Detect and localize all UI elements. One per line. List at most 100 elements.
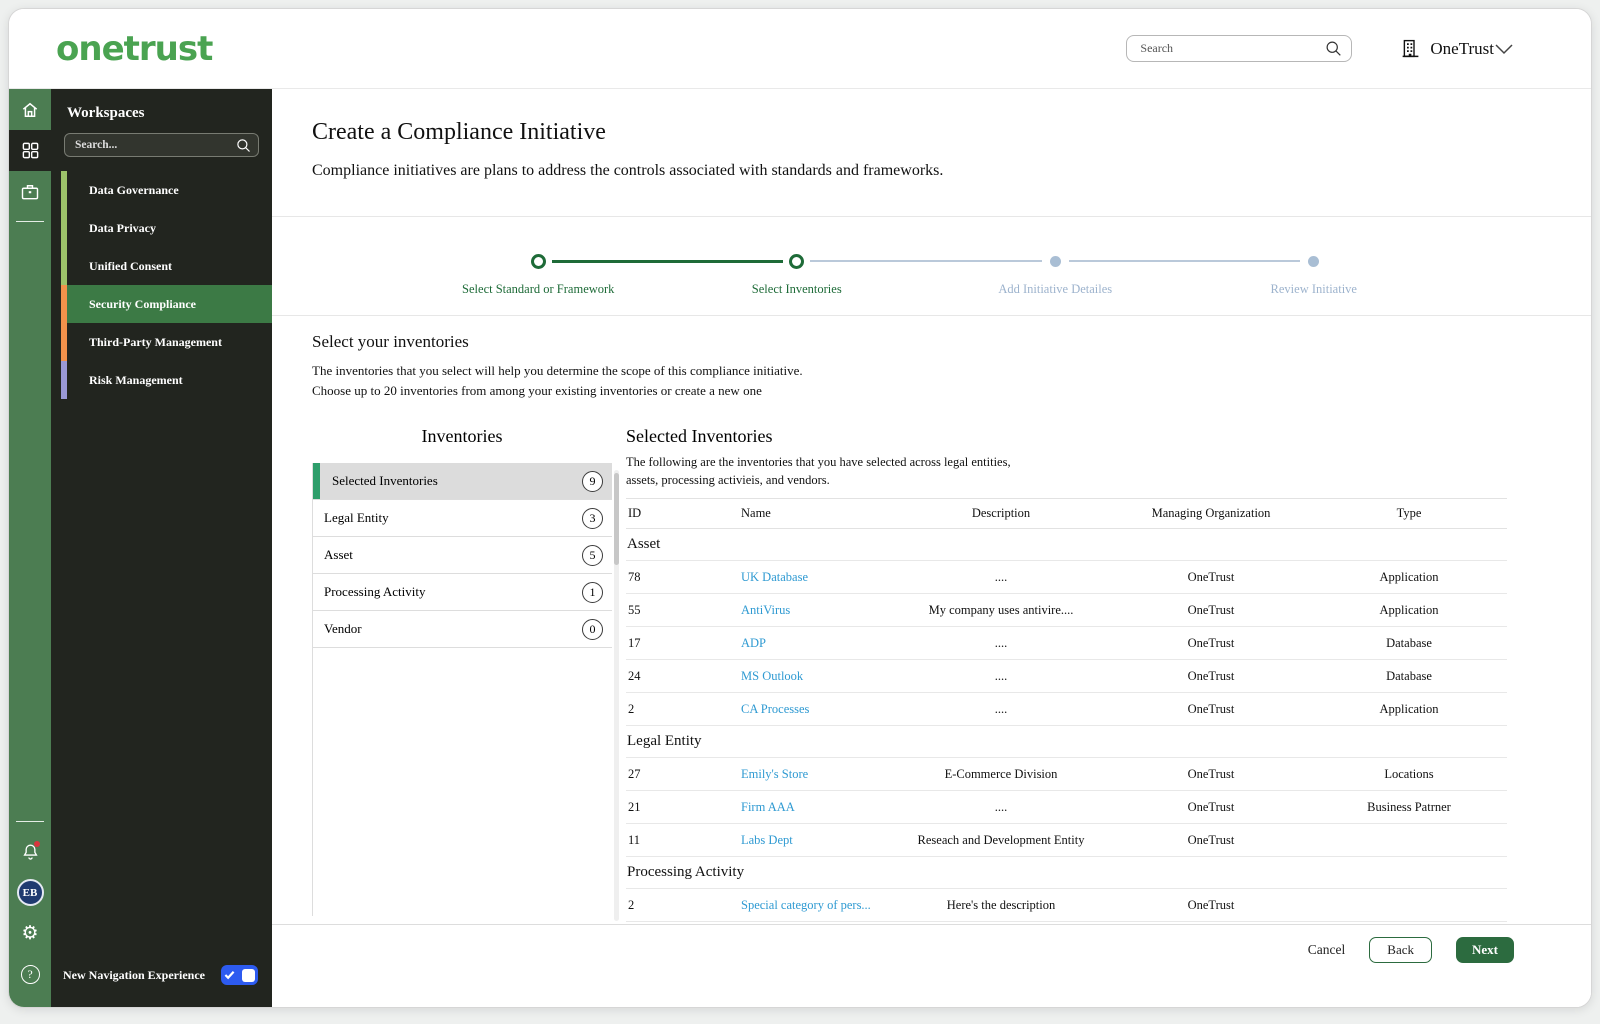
inventory-link-emily-s-store[interactable]: Emily's Store xyxy=(741,767,808,781)
step-label: Select Inventories xyxy=(751,282,842,296)
sidebar-item-security-compliance[interactable]: Security Compliance xyxy=(51,285,272,323)
apps-button[interactable] xyxy=(9,171,51,212)
cell-id: 11 xyxy=(628,832,641,847)
sidebar-item-label: Security Compliance xyxy=(89,296,196,311)
inventory-filter-processing-activity[interactable]: Processing Activity 1 xyxy=(313,574,612,611)
section-description-line2: Choose up to 20 inventories from among y… xyxy=(312,382,762,398)
org-name: OneTrust xyxy=(1430,38,1494,58)
toggle-knob xyxy=(242,968,255,982)
inventory-filter-label: Processing Activity xyxy=(324,584,426,599)
cell-description: .... xyxy=(994,799,1008,814)
workspaces-title: Workspaces xyxy=(67,105,145,121)
nav-experience-toggle[interactable] xyxy=(221,965,258,985)
step-connector xyxy=(1184,260,1301,262)
column-header-name: Name xyxy=(741,506,771,520)
inventory-filter-selected-inventories[interactable]: Selected Inventories 9 xyxy=(313,463,612,500)
workspace-search-input[interactable] xyxy=(75,139,236,151)
inventory-filter-vendor[interactable]: Vendor 0 xyxy=(313,611,612,648)
inventory-link-ms-outlook[interactable]: MS Outlook xyxy=(741,669,803,683)
table-row: 55 AntiVirus My company uses antivire.... O… xyxy=(626,594,1507,627)
cell-id: 78 xyxy=(628,569,641,584)
icon-rail: EB ⚙ ? xyxy=(9,89,51,1007)
scrollbar-thumb[interactable] xyxy=(614,473,619,565)
next-button[interactable]: Next xyxy=(1456,936,1514,963)
inventory-count-badge: 9 xyxy=(582,470,603,492)
cell-managing-organization: OneTrust xyxy=(1187,832,1235,847)
inventory-link-uk-database[interactable]: UK Database xyxy=(741,570,808,584)
step-select-standard-or-framework[interactable]: Select Standard or Framework xyxy=(409,253,668,297)
step-circle-add-initiative-detailes[interactable] xyxy=(1049,255,1061,267)
inventory-link-antivirus[interactable]: AntiVirus xyxy=(741,603,790,617)
step-circle-select-standard-or-framework[interactable] xyxy=(530,253,546,269)
cell-name: UK Database xyxy=(741,570,891,585)
step-connector xyxy=(1068,260,1185,262)
inventory-link-ca-processes[interactable]: CA Processes xyxy=(741,702,809,716)
cell-name: ADP xyxy=(741,636,891,651)
home-icon xyxy=(22,102,38,117)
inventory-link-adp[interactable]: ADP xyxy=(741,636,766,650)
step-connector xyxy=(551,259,668,263)
avatar[interactable]: EB xyxy=(16,879,44,906)
cell-name: Labs Dept xyxy=(741,833,891,848)
inventories-column: Inventories Selected Inventories 9 Legal E… xyxy=(312,426,612,924)
inventory-link-special-category-of-pers[interactable]: Special category of pers... xyxy=(741,898,871,912)
back-button[interactable]: Back xyxy=(1369,936,1432,963)
app-window: onetrust OneTrust xyxy=(8,8,1592,1008)
search-icon xyxy=(1326,41,1342,56)
step-review-initiative: Review Initiative xyxy=(1184,253,1444,297)
cell-description: My company uses antivire.... xyxy=(928,602,1074,617)
sidebar-item-third-party-management[interactable]: Third-Party Management xyxy=(51,323,272,361)
cell-description: .... xyxy=(994,635,1008,650)
table-row: 17 ADP.... OneTrust Database xyxy=(626,627,1507,660)
global-search[interactable] xyxy=(1126,35,1353,62)
cell-id: 21 xyxy=(628,799,641,814)
inventory-filter-asset[interactable]: Asset 5 xyxy=(313,537,612,574)
selected-description-line2: assets, processing activieis, and vendor… xyxy=(626,472,830,487)
sidebar-item-label: Data Privacy xyxy=(89,220,156,235)
step-circle-select-inventories[interactable] xyxy=(789,253,805,269)
chevron-down-icon[interactable] xyxy=(1494,43,1514,55)
cell-description: Reseach and Development Entity xyxy=(917,832,1085,847)
notification-dot xyxy=(34,841,40,847)
cell-description: Here's the description xyxy=(946,897,1056,912)
column-header-description: Description xyxy=(971,506,1031,520)
sidebar-item-data-privacy[interactable]: Data Privacy xyxy=(51,209,272,247)
inventory-link-labs-dept[interactable]: Labs Dept xyxy=(741,833,793,847)
cell-managing-organization: OneTrust xyxy=(1187,635,1235,650)
cell-managing-organization: OneTrust xyxy=(1187,897,1235,912)
table-row: 78 UK Database.... OneTrust Application xyxy=(626,561,1507,594)
workspace-spacer xyxy=(51,399,272,965)
cell-description: .... xyxy=(994,701,1008,716)
gear-icon: ⚙ xyxy=(21,922,39,944)
sidebar-item-label: Data Governance xyxy=(89,182,179,197)
cell-id: 55 xyxy=(628,602,641,617)
check-icon xyxy=(224,971,235,980)
inventories-title: Inventories xyxy=(421,426,503,446)
workspaces-button[interactable] xyxy=(9,130,51,171)
sidebar-item-unified-consent[interactable]: Unified Consent xyxy=(51,247,272,285)
step-label: Select Standard or Framework xyxy=(462,282,615,296)
global-search-input[interactable] xyxy=(1140,41,1326,56)
rail-divider-bottom xyxy=(16,821,44,822)
home-button[interactable] xyxy=(9,89,51,130)
settings-button[interactable]: ⚙ xyxy=(9,913,51,954)
step-circle-review-initiative[interactable] xyxy=(1308,255,1320,267)
table-scrollbar[interactable] xyxy=(614,470,619,921)
content-row: Inventories Selected Inventories 9 Legal E… xyxy=(272,400,1591,924)
step-select-inventories[interactable]: Select Inventories xyxy=(667,253,926,297)
table-row: 21 Firm AAA.... OneTrust Business Patrner xyxy=(626,791,1507,824)
inventory-filter-label: Selected Inventories xyxy=(332,473,438,488)
grid-icon xyxy=(22,142,38,159)
cell-id: 27 xyxy=(628,766,641,781)
notifications-button[interactable] xyxy=(9,831,51,872)
inventory-link-firm-aaa[interactable]: Firm AAA xyxy=(741,800,795,814)
selected-description-line1: The following are the inventories that y… xyxy=(626,455,1011,469)
workspace-search[interactable] xyxy=(64,133,259,157)
briefcase-icon xyxy=(21,184,39,199)
help-button[interactable]: ? xyxy=(9,954,51,995)
inventory-filter-legal-entity[interactable]: Legal Entity 3 xyxy=(313,500,612,537)
cancel-button[interactable]: Cancel xyxy=(1308,942,1345,958)
sidebar-item-data-governance[interactable]: Data Governance xyxy=(51,171,272,209)
org-switcher[interactable]: OneTrust xyxy=(1400,38,1494,59)
sidebar-item-risk-management[interactable]: Risk Management xyxy=(51,361,272,399)
